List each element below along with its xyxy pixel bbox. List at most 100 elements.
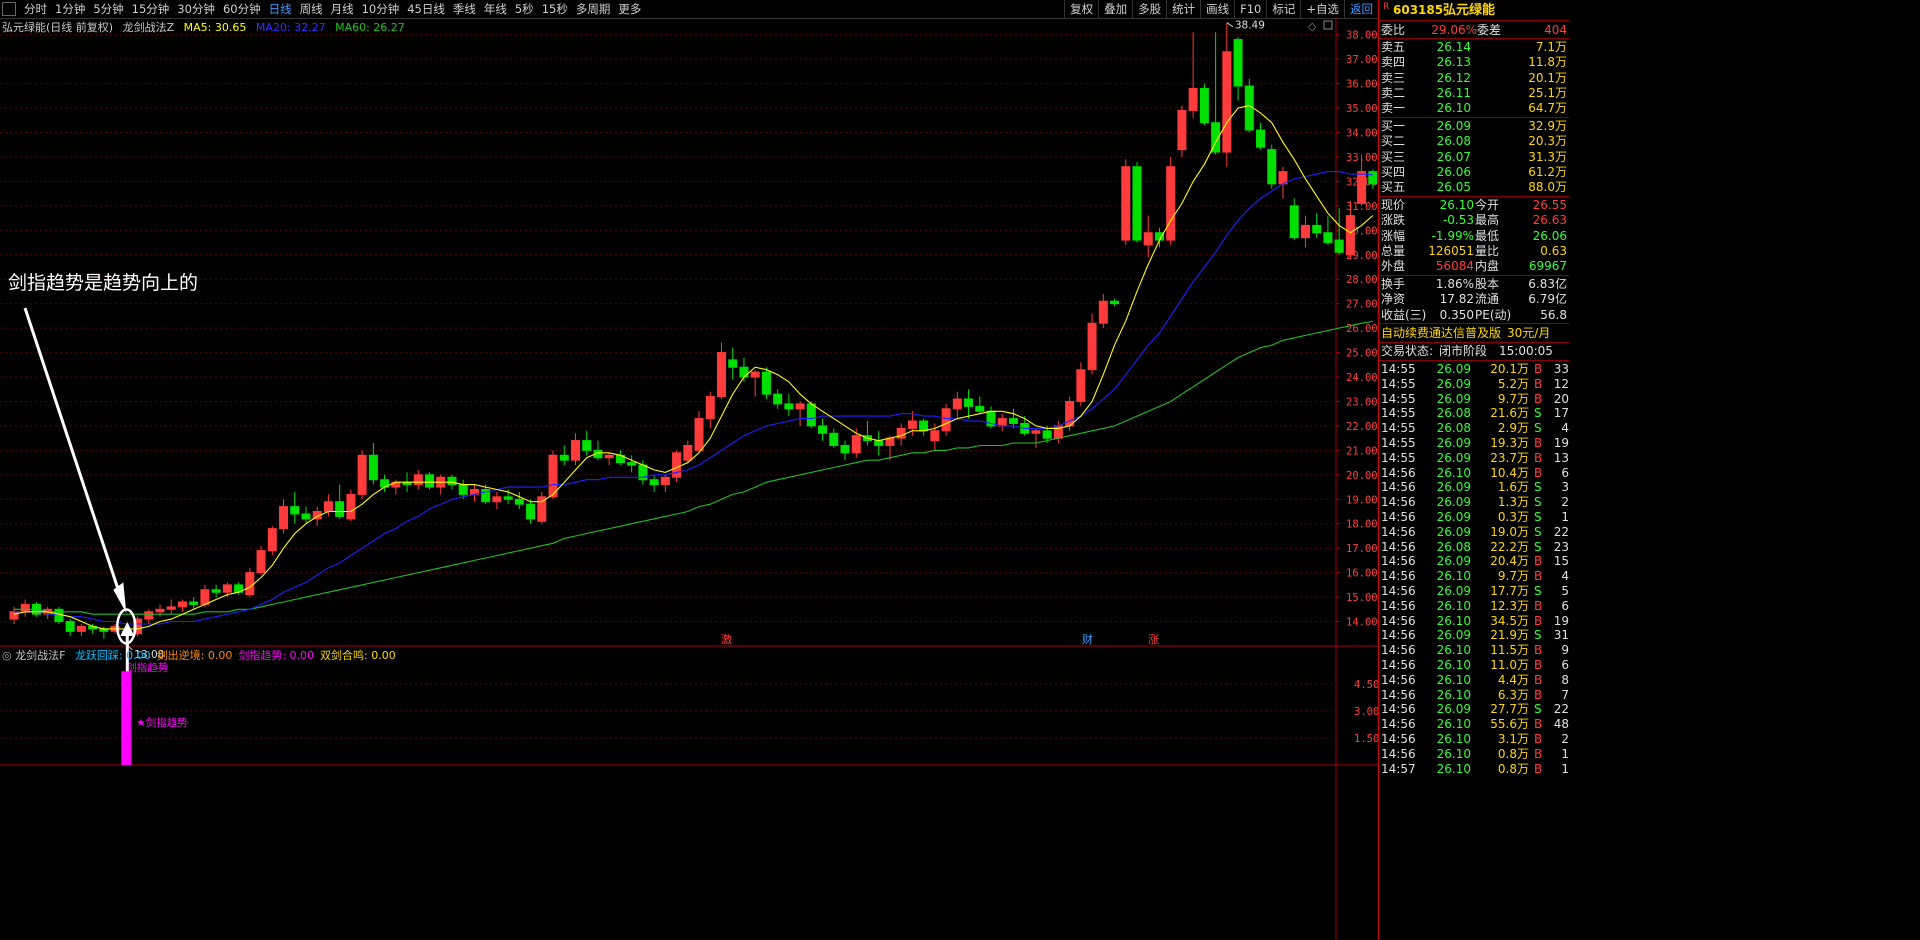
tool-button-3[interactable]: 统计: [1166, 0, 1200, 18]
candle-body: [1076, 369, 1086, 402]
period-tab-4[interactable]: 30分钟: [173, 0, 219, 18]
period-tab-8[interactable]: 月线: [327, 0, 358, 18]
period-tab-10[interactable]: 45日线: [403, 0, 449, 18]
high-marker: [1226, 22, 1234, 28]
bid-price: 26.08: [1436, 134, 1471, 149]
tick-side: B: [1534, 687, 1543, 702]
quote-label: 涨跌: [1381, 213, 1406, 228]
tool-button-8[interactable]: 返回: [1344, 0, 1378, 18]
tick-price: 26.08: [1436, 539, 1471, 554]
tick-price: 26.10: [1436, 687, 1471, 702]
candle-body: [840, 444, 850, 454]
tick-row: 14:55 26.09 9.7万 B 20: [1379, 392, 1569, 407]
period-tab-14[interactable]: 15秒: [538, 0, 572, 18]
fin-label: 流通: [1475, 292, 1500, 307]
menu-icon[interactable]: [2, 2, 16, 16]
tick-volume: 19.3万: [1490, 436, 1529, 450]
period-tab-16[interactable]: 更多: [614, 0, 645, 18]
tick-volume: 21.9万: [1490, 628, 1529, 643]
bid-label: 买四: [1381, 164, 1406, 179]
event-marker-0: 激: [721, 632, 732, 646]
tick-volume: 0.8万: [1497, 761, 1529, 776]
candle-body: [267, 528, 277, 552]
quote-value: 56084: [1435, 259, 1474, 274]
tick-time: 14:56: [1381, 584, 1416, 598]
tool-button-0[interactable]: 复权: [1064, 0, 1098, 18]
period-tab-7[interactable]: 周线: [296, 0, 327, 18]
candle-body: [222, 584, 232, 593]
bid-volume: 32.9万: [1528, 119, 1567, 133]
quote-value: 26.63: [1532, 213, 1567, 228]
period-tab-15[interactable]: 多周期: [572, 0, 615, 18]
tick-volume: 22.2万: [1490, 539, 1529, 554]
promo-row[interactable]: 自动续费通达信普及版 30元/月: [1379, 326, 1569, 341]
period-tab-5[interactable]: 60分钟: [219, 0, 265, 18]
candle-body: [761, 371, 771, 395]
quote-label: 最高: [1475, 213, 1500, 228]
tick-row: 14:56 26.09 20.4万 B 15: [1379, 554, 1569, 569]
tick-volume: 1.3万: [1497, 495, 1529, 510]
period-tab-1[interactable]: 1分钟: [51, 0, 89, 18]
tick-count: 15: [1553, 554, 1569, 569]
stock-code: 603185: [1393, 3, 1444, 17]
tick-volume: 9.7万: [1497, 391, 1529, 406]
candle-body: [1368, 171, 1378, 185]
kline-chart[interactable]: 14.00 15.00 16.00 17.00 18.00 19.00 20.00 21.00…: [0, 18, 1378, 940]
period-tab-2[interactable]: 5分钟: [89, 0, 127, 18]
tick-volume: 55.6万: [1490, 717, 1529, 732]
tool-button-1[interactable]: 叠加: [1098, 0, 1132, 18]
period-tab-11[interactable]: 季线: [449, 0, 480, 18]
quote-value: 26.10: [1439, 198, 1474, 212]
tick-volume: 0.8万: [1497, 746, 1529, 761]
tool-button-2[interactable]: 多股: [1132, 0, 1166, 18]
tick-side: B: [1534, 554, 1543, 569]
tick-volume: 0.3万: [1497, 510, 1529, 524]
candle-body: [1300, 224, 1310, 239]
period-tab-0[interactable]: 分时: [20, 0, 51, 18]
candle-body: [200, 589, 210, 605]
period-tab-9[interactable]: 10分钟: [358, 0, 404, 18]
candle-body: [9, 611, 19, 620]
tool-button-5[interactable]: F10: [1234, 0, 1266, 18]
tick-side: B: [1534, 643, 1543, 658]
tick-count: 6: [1561, 598, 1569, 613]
sub-indicator-line: ◎ 龙剑战法F 龙跃回踩: 0.00 剑出逆境: 0.00 剑指趋势: 0.00 双剑…: [2, 647, 402, 663]
candle-body: [1154, 232, 1164, 241]
period-tab-12[interactable]: 年线: [480, 0, 511, 18]
tick-time: 14:56: [1381, 687, 1416, 702]
tick-side: B: [1534, 761, 1543, 776]
period-tab-3[interactable]: 15分钟: [128, 0, 174, 18]
indicator-name[interactable]: 龙剑战法Z: [123, 21, 175, 34]
sub-indicator-name[interactable]: 龙剑战法F: [15, 649, 65, 662]
tick-row: 14:56 26.08 22.2万 S 23: [1379, 540, 1569, 555]
candle-body: [1110, 300, 1120, 305]
y-tick-label: 38.00: [1346, 30, 1378, 42]
tick-side: S: [1534, 539, 1542, 554]
period-tab-6[interactable]: 日线: [265, 0, 296, 18]
tick-count: 7: [1561, 687, 1569, 702]
tick-time: 14:55: [1381, 376, 1416, 391]
tick-volume: 3.1万: [1497, 732, 1529, 746]
tick-time: 14:56: [1381, 643, 1416, 658]
tick-time: 14:56: [1381, 613, 1416, 628]
bid-label: 买二: [1381, 134, 1406, 149]
fin-label: PE(动): [1475, 307, 1512, 322]
bid-price: 26.05: [1436, 180, 1471, 195]
candle-body: [1121, 166, 1131, 241]
tool-button-4[interactable]: 画线: [1200, 0, 1234, 18]
tool-button-7[interactable]: +自选: [1300, 0, 1344, 18]
tool-button-6[interactable]: 标记: [1266, 0, 1300, 18]
candle-body: [952, 398, 962, 410]
tick-side: B: [1534, 672, 1543, 687]
ask-label: 卖一: [1381, 101, 1406, 116]
collapse-icon[interactable]: ◎: [2, 649, 12, 662]
tick-side: B: [1534, 362, 1543, 376]
period-tab-13[interactable]: 5秒: [511, 0, 538, 18]
quote-value: 26.55: [1532, 198, 1567, 212]
tick-price: 26.10: [1436, 613, 1471, 628]
annotation-arrow: [23, 307, 124, 603]
tick-volume: 23.7万: [1490, 450, 1529, 465]
candle-body: [1177, 109, 1187, 151]
candle-body: [750, 371, 760, 378]
tick-volume: 9.7万: [1497, 569, 1529, 584]
